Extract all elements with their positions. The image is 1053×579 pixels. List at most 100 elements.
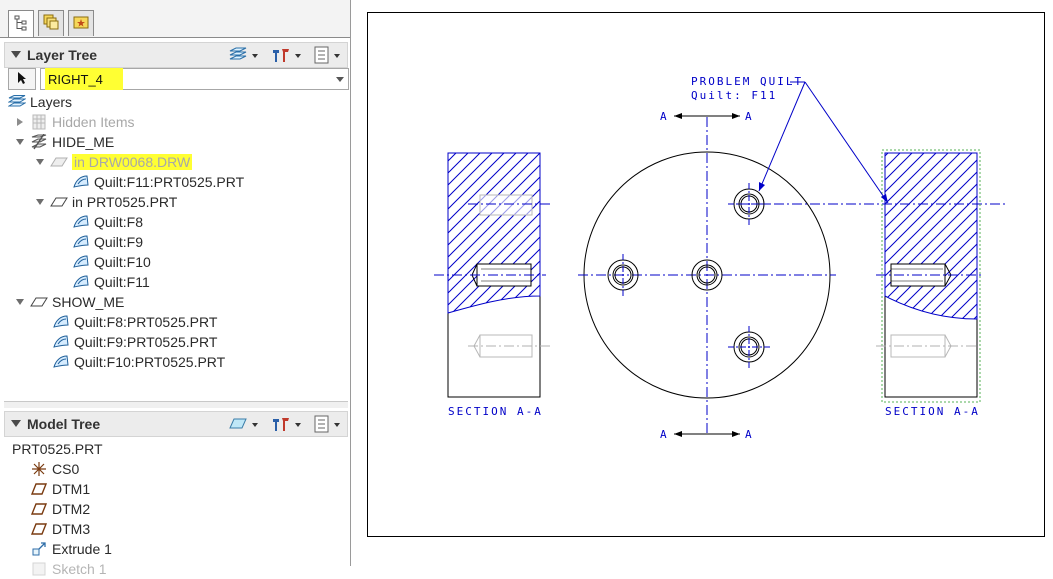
tree-tools-button[interactable] <box>271 46 301 66</box>
note-line-2: Quilt: F11 <box>691 89 777 102</box>
section-label-right: SECTION A-A <box>885 405 980 418</box>
tree-row-quilt-f11-prt[interactable]: Quilt:F11:PRT0525.PRT <box>72 172 244 192</box>
chevron-down-icon <box>295 423 301 427</box>
hidden-items-icon <box>30 114 48 130</box>
datum-plane-icon <box>30 501 48 517</box>
tree-row-quilt-f10-prt[interactable]: Quilt:F10:PRT0525.PRT <box>52 352 225 372</box>
tree-row-show-me[interactable]: SHOW_ME <box>14 292 124 312</box>
layers-root-icon <box>8 94 26 110</box>
chevron-down-icon <box>334 423 340 427</box>
tree-row-label: Quilt:F8:PRT0525.PRT <box>74 314 218 330</box>
model-display-button[interactable] <box>228 415 258 435</box>
tree-row-cs0[interactable]: CS0 <box>30 459 79 479</box>
navigator-tabs <box>0 0 350 38</box>
model-tree-tools-button[interactable] <box>271 415 301 435</box>
display-style-icon <box>228 416 248 435</box>
favorites-tab[interactable] <box>68 10 94 36</box>
datum-plane-icon <box>30 521 48 537</box>
tree-row-layers[interactable]: Layers <box>8 92 72 112</box>
tree-row-dtm2[interactable]: DTM2 <box>30 499 90 519</box>
quilt-icon <box>72 174 90 190</box>
chevron-down-icon <box>334 54 340 58</box>
tree-row-label: Quilt:F9:PRT0525.PRT <box>74 334 218 350</box>
tree-row-label: CS0 <box>52 461 80 477</box>
tree-row-in-prt[interactable]: in PRT0525.PRT <box>34 192 177 212</box>
tree-row-label: Quilt:F10 <box>94 254 151 270</box>
tree-row-sketch1[interactable]: Sketch 1 <box>30 559 106 579</box>
tree-row-quilt-f11[interactable]: Quilt:F11 <box>72 272 150 292</box>
quilt-icon <box>72 254 90 270</box>
tree-row-label: Sketch 1 <box>52 561 107 577</box>
collapse-arrow-icon[interactable] <box>14 136 26 148</box>
chevron-down-icon <box>252 54 258 58</box>
quilt-icon <box>72 274 90 290</box>
quilt-icon <box>52 314 70 330</box>
tree-row-label: PRT0525.PRT <box>12 441 103 457</box>
drawing-canvas[interactable]: A A A A PROBLEM QUILT Quilt: F11 SECTION… <box>368 13 1044 536</box>
collapse-caret-icon[interactable] <box>11 51 21 58</box>
tree-row-dtm3[interactable]: DTM3 <box>30 519 90 539</box>
collapse-arrow-icon[interactable] <box>34 156 46 168</box>
select-button[interactable] <box>8 68 36 90</box>
tree-row-label: DTM3 <box>52 521 91 537</box>
expand-arrow-icon[interactable] <box>14 116 26 128</box>
chevron-down-icon[interactable] <box>336 77 344 82</box>
quilt-icon <box>52 334 70 350</box>
tree-row-label: SHOW_ME <box>52 294 125 310</box>
list-icon <box>314 46 330 67</box>
tree-row-label: Quilt:F9 <box>94 234 144 250</box>
tree-row-quilt-f9-prt[interactable]: Quilt:F9:PRT0525.PRT <box>52 332 217 352</box>
tree-row-quilt-f8-prt[interactable]: Quilt:F8:PRT0525.PRT <box>52 312 217 332</box>
model-tree-title: Model Tree <box>27 416 101 432</box>
drawing-sheet[interactable]: A A A A PROBLEM QUILT Quilt: F11 SECTION… <box>367 12 1045 537</box>
tree-row-label: in DRW0068.DRW <box>72 154 193 170</box>
tree-row-label: in PRT0525.PRT <box>72 194 178 210</box>
quilt-icon <box>72 234 90 250</box>
cut-letter: A <box>660 110 669 123</box>
tree-row-quilt-f10[interactable]: Quilt:F10 <box>72 252 151 272</box>
pointer-arrow-icon <box>17 71 27 88</box>
layers-menu-button[interactable] <box>228 46 258 66</box>
tree-row-hidden-items[interactable]: Hidden Items <box>14 112 134 132</box>
tools-icon <box>271 46 291 67</box>
layer-tree-title: Layer Tree <box>27 47 98 63</box>
tree-row-extrude1[interactable]: Extrude 1 <box>30 539 112 559</box>
model-tree-header[interactable]: Model Tree <box>4 411 348 437</box>
collapse-arrow-icon[interactable] <box>34 196 46 208</box>
model-show-menu-button[interactable] <box>314 415 340 435</box>
collapse-arrow-icon[interactable] <box>14 296 26 308</box>
active-layer-combo[interactable]: RIGHT_4 <box>40 68 349 90</box>
show-menu-button[interactable] <box>314 46 340 66</box>
tree-row-in-drw[interactable]: in DRW0068.DRW <box>34 152 193 172</box>
tree-row-label: DTM1 <box>52 481 91 497</box>
collapse-caret-icon[interactable] <box>11 420 21 427</box>
quilt-icon <box>52 354 70 370</box>
folder-browser-tab[interactable] <box>38 10 64 36</box>
tree-row-hide-me[interactable]: HIDE_ME <box>14 132 114 152</box>
layer-tree-header[interactable]: Layer Tree <box>4 42 348 68</box>
panel-splitter[interactable] <box>4 401 348 408</box>
coordinate-system-icon <box>30 461 48 477</box>
chevron-down-icon <box>295 54 301 58</box>
model-tree-tab[interactable] <box>8 10 34 38</box>
model-tree-tab-icon <box>14 15 28 34</box>
extrude-icon <box>30 541 48 557</box>
part-layer-icon <box>50 194 68 210</box>
section-label-left: SECTION A-A <box>448 405 543 418</box>
navigator-panel: Layer Tree RIGHT_4 Layers Hidden Items H… <box>0 0 351 577</box>
tree-row-quilt-f9[interactable]: Quilt:F9 <box>72 232 143 252</box>
tree-row-quilt-f8[interactable]: Quilt:F8 <box>72 212 143 232</box>
datum-plane-icon <box>30 481 48 497</box>
folder-browser-tab-icon <box>43 14 59 33</box>
tree-row-label: HIDE_ME <box>52 134 115 150</box>
chevron-down-icon <box>252 423 258 427</box>
tree-row-dtm1[interactable]: DTM1 <box>30 479 90 499</box>
layer-stack-icon <box>228 47 248 66</box>
tree-row-label: Quilt:F11:PRT0525.PRT <box>94 174 245 190</box>
layer-icon <box>30 294 48 310</box>
drawing-layer-icon <box>50 154 68 170</box>
tree-row-model-root[interactable]: PRT0525.PRT <box>12 439 103 459</box>
right-section-view <box>876 149 984 403</box>
note-line-1: PROBLEM QUILT <box>691 75 803 88</box>
layer-filter-row: RIGHT_4 <box>8 68 349 90</box>
